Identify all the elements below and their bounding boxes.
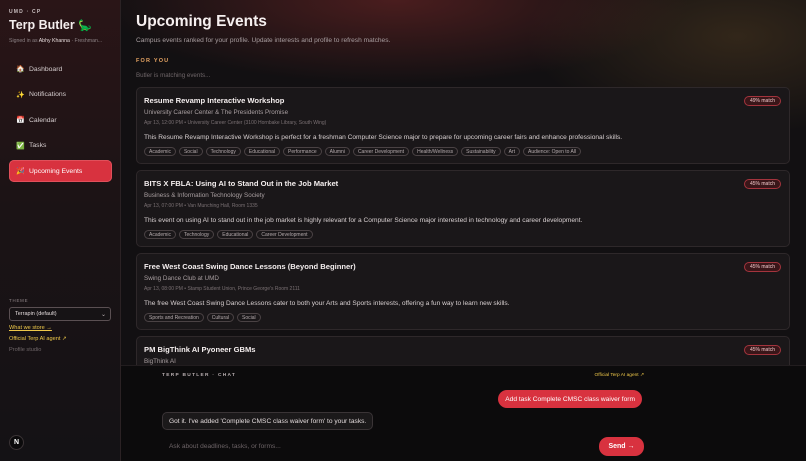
user-role: · Freshman... <box>71 38 103 44</box>
event-card[interactable]: Free West Coast Swing Dance Lessons (Bey… <box>136 253 790 330</box>
event-title: PM BigThink AI Pyoneer GBMs <box>144 345 256 354</box>
event-tag: Alumni <box>324 147 350 156</box>
theme-select-value: Terrapin (default) <box>15 311 57 317</box>
event-description: This Resume Revamp Interactive Workshop … <box>144 134 623 141</box>
signed-in-prefix: Signed in as <box>9 38 38 44</box>
event-tag: Cultural <box>206 313 234 322</box>
status-text: Butler is matching events... <box>136 72 211 79</box>
user-message: Add task Complete CMSC class waiver form <box>498 390 642 408</box>
chevron-down-icon: ⌄ <box>100 312 106 318</box>
event-tag: Health/Wellness <box>412 147 459 156</box>
party-icon: 🎉 <box>16 168 25 175</box>
what-we-store-link[interactable]: What we store → <box>9 325 52 331</box>
chat-agent-link[interactable]: Official Terp AI agent ↗ <box>595 373 644 378</box>
event-tag: Sustainability <box>461 147 501 156</box>
event-organizer: Business & Information Technology Societ… <box>144 192 265 199</box>
chat-input[interactable] <box>162 438 587 454</box>
sidebar-item-calendar[interactable]: 📅 Calendar <box>9 109 112 131</box>
sidebar-item-label: Tasks <box>29 142 47 149</box>
event-organizer: BigThink AI <box>144 358 176 365</box>
sidebar: UMD · CP Terp Butler 🦕 Signed in as Abhy… <box>0 0 121 461</box>
event-tag: Technology <box>205 147 241 156</box>
event-tags: Academic Social Technology Educational P… <box>144 147 582 156</box>
theme-label: THEME <box>9 298 29 303</box>
event-tags: Academic Technology Educational Career D… <box>144 230 313 239</box>
sidebar-nav: 🏠 Dashboard ✨ Notifications 📅 Calendar ✅… <box>9 58 112 186</box>
page-subtitle: Campus events ranked for your profile. U… <box>136 37 391 44</box>
signed-in-line: Signed in as Abhy Khanna · Freshman... <box>9 38 102 44</box>
sidebar-item-notifications[interactable]: ✨ Notifications <box>9 84 112 106</box>
event-meta: Apr 13, 08:00 PM • Stamp Student Union, … <box>144 286 300 292</box>
event-tag: Academic <box>144 230 176 239</box>
calendar-icon: 📅 <box>16 117 25 124</box>
event-title: Free West Coast Swing Dance Lessons (Bey… <box>144 262 356 271</box>
event-tag: Career Development <box>352 147 410 156</box>
sidebar-item-label: Upcoming Events <box>29 167 83 175</box>
app-title-text: Terp Butler <box>9 18 75 32</box>
sidebar-item-label: Calendar <box>29 116 57 124</box>
event-card[interactable]: PM BigThink AI Pyoneer GBMs BigThink AI … <box>136 336 790 365</box>
match-badge: 45% match <box>743 262 781 272</box>
user-name: Abhy Khanna <box>38 38 70 44</box>
event-tag: Educational <box>217 230 254 239</box>
match-badge: 45% match <box>743 345 781 355</box>
sidebar-item-upcoming-events[interactable]: 🎉 Upcoming Events <box>9 160 112 182</box>
main-content: Upcoming Events Campus events ranked for… <box>121 0 806 365</box>
profile-studio-link[interactable]: Profile studio <box>9 347 41 353</box>
bot-message: Got it. I've added 'Complete CMSC class … <box>162 412 374 430</box>
event-description: This event on using AI to stand out in t… <box>144 217 583 224</box>
app-title: Terp Butler 🦕 <box>9 18 92 32</box>
section-label: FOR YOU <box>136 58 170 64</box>
sidebar-item-dashboard[interactable]: 🏠 Dashboard <box>9 58 112 80</box>
event-tag: Social <box>237 313 261 322</box>
n-logo-button[interactable]: N <box>9 435 24 450</box>
event-tags: Sports and Recreation Cultural Social <box>144 313 261 322</box>
page-title: Upcoming Events <box>136 13 267 30</box>
event-tag: Sports and Recreation <box>144 313 204 322</box>
sidebar-item-label: Dashboard <box>29 65 63 73</box>
event-title: Resume Revamp Interactive Workshop <box>144 96 285 105</box>
event-tag: Social <box>178 147 203 156</box>
sidebar-item-tasks[interactable]: ✅ Tasks <box>9 135 112 157</box>
sidebar-item-label: Notifications <box>29 91 67 98</box>
brand-kicker: UMD · CP <box>9 9 42 15</box>
chat-header: TERP BUTLER · CHAT <box>162 373 237 378</box>
match-badge: 45% match <box>743 179 781 189</box>
event-meta: Apr 13, 07:00 PM • Van Munching Hall, Ro… <box>144 203 258 209</box>
event-tag: Academic <box>144 147 176 156</box>
theme-select[interactable]: Terrapin (default) ⌄ <box>9 307 111 321</box>
event-meta: Apr 13, 12:00 PM • University Career Cen… <box>144 120 327 126</box>
event-organizer: Swing Dance Club at UMD <box>144 275 219 282</box>
event-tag: Educational <box>243 147 281 156</box>
event-tag: Performance <box>283 147 322 156</box>
official-agent-link[interactable]: Official Terp AI agent ↗ <box>9 336 67 342</box>
event-description: The free West Coast Swing Dance Lessons … <box>144 300 510 307</box>
home-icon: 🏠 <box>16 66 25 73</box>
event-organizer: University Career Center & The President… <box>144 109 289 116</box>
event-tag: Career Development <box>256 230 313 239</box>
send-button[interactable]: Send → <box>599 437 644 456</box>
dinosaur-icon: 🦕 <box>78 20 92 32</box>
event-tag: Technology <box>178 230 215 239</box>
event-tag: Art <box>503 147 520 156</box>
sparkles-icon: ✨ <box>16 91 25 99</box>
event-card[interactable]: BITS X FBLA: Using AI to Stand Out in th… <box>136 170 790 247</box>
match-badge: 49% match <box>743 96 781 106</box>
check-icon: ✅ <box>16 142 25 150</box>
event-tag: Audience: Open to All <box>522 147 582 156</box>
event-card[interactable]: Resume Revamp Interactive Workshop Unive… <box>136 87 790 164</box>
chat-panel: TERP BUTLER · CHAT Official Terp AI agen… <box>121 365 806 461</box>
event-title: BITS X FBLA: Using AI to Stand Out in th… <box>144 179 339 188</box>
